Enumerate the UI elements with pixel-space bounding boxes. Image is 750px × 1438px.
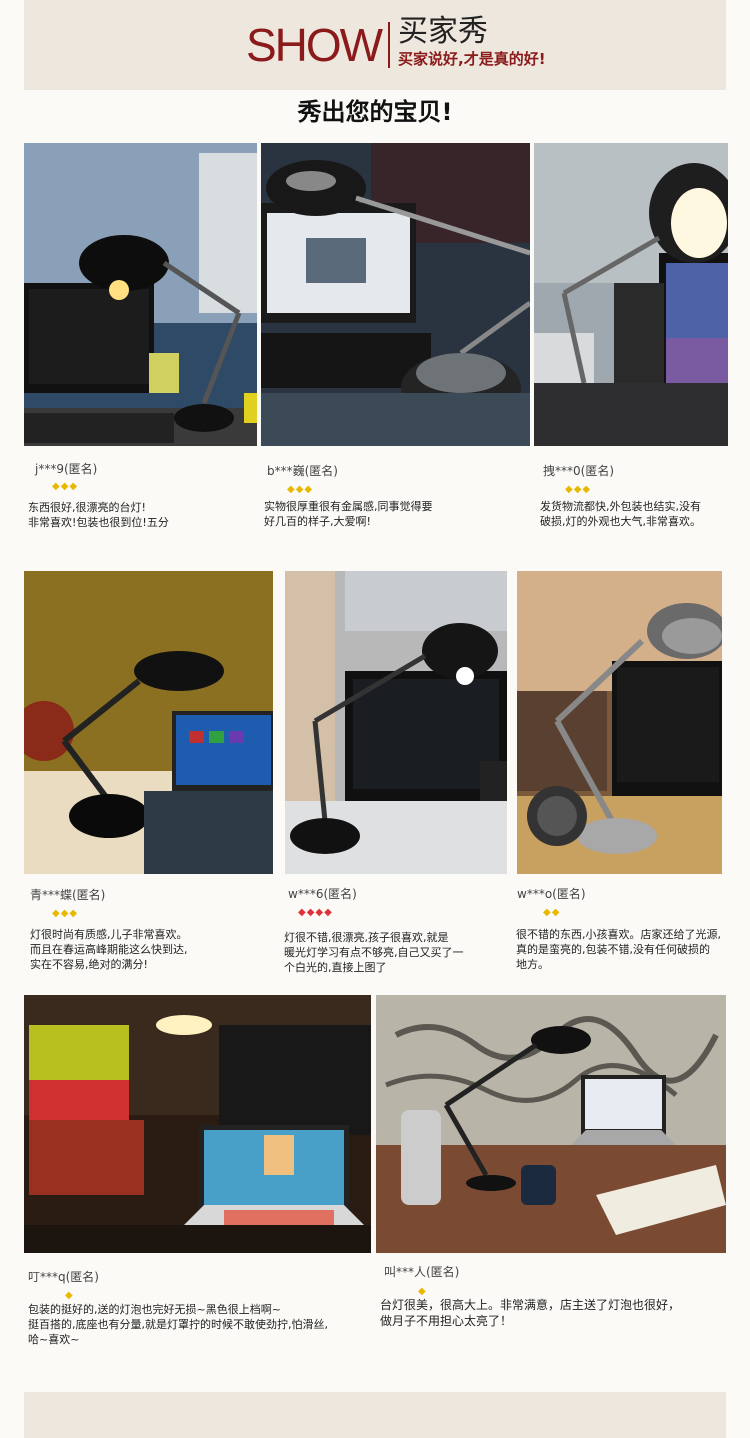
diamond-icon: ◆ [69, 481, 79, 492]
rating-stars: ◆◆◆ [52, 482, 78, 492]
title-divider [388, 22, 390, 68]
tagline: 买家说好,才是真的好! [398, 50, 546, 68]
review-comment: 包装的挺好的,送的灯泡也完好无损~黑色很上档啊~ 挺百搭的,底座也有分量,就是灯罩… [28, 1303, 328, 1346]
rating-stars: ◆◆◆◆ [298, 908, 333, 918]
diamond-icon: ◆ [52, 481, 61, 492]
review-photo-7[interactable] [24, 995, 371, 1253]
review-photo-5[interactable] [285, 571, 507, 874]
diamond-icon: ◆ [52, 908, 61, 919]
rating-stars: ◆ [65, 1291, 74, 1301]
diamond-icon: ◆ [315, 907, 325, 918]
rating-stars: ◆◆◆ [287, 485, 313, 495]
section-subtitle: 秀出您的宝贝! [297, 98, 453, 126]
reviewer-name: b***巍(匿名) [267, 464, 338, 478]
reviewer-name: w***o(匿名) [517, 887, 586, 901]
review-photo-6[interactable] [517, 571, 722, 874]
diamond-icon: ◆ [304, 484, 314, 495]
diamond-icon: ◆ [69, 908, 79, 919]
review-comment: 发货物流都快,外包装也结实,没有 破损,灯的外观也大气,非常喜欢。 [540, 500, 701, 528]
diamond-icon: ◆ [551, 907, 561, 918]
review-comment: 很不错的东西,小孩喜欢。店家还给了光源, 真的是蛮亮的,包装不错,没有任何破损的地… [516, 928, 721, 971]
diamond-icon: ◆ [418, 1286, 427, 1297]
review-comment: 东西很好,很漂亮的台灯! 非常喜欢!包装也很到位!五分 [28, 501, 169, 529]
review-comment: 灯很时尚有质感,儿子非常喜欢。 而且在春运高峰期能这么快到达, 实在不容易,绝对的满… [30, 928, 188, 971]
review-photo-8[interactable] [376, 995, 726, 1253]
diamond-icon: ◆ [565, 484, 574, 495]
reviewer-name: 叮***q(匿名) [28, 1270, 99, 1284]
reviewer-name: w***6(匿名) [288, 887, 357, 901]
diamond-icon: ◆ [298, 907, 307, 918]
diamond-icon: ◆ [324, 907, 333, 918]
footer-band [24, 1392, 726, 1438]
diamond-icon: ◆ [65, 1290, 74, 1301]
show-title: SHOW [246, 19, 383, 71]
diamond-icon: ◆ [287, 484, 296, 495]
reviewer-name: 叫***人(匿名) [384, 1265, 460, 1279]
diamond-icon: ◆ [582, 484, 592, 495]
rating-stars: ◆◆ [543, 908, 560, 918]
review-photo-2[interactable] [261, 143, 530, 446]
reviewer-name: 青***蝶(匿名) [30, 888, 106, 902]
diamond-icon: ◆ [543, 907, 552, 918]
review-photo-4[interactable] [24, 571, 273, 874]
rating-stars: ◆◆◆ [52, 909, 78, 919]
rating-stars: ◆ [418, 1287, 427, 1297]
review-comment: 实物很厚重很有金属感,同事觉得要 好几百的样子,大爱啊! [264, 500, 433, 528]
rating-stars: ◆◆◆ [565, 485, 591, 495]
reviewer-name: 拽***0(匿名) [543, 464, 614, 478]
buyer-show-title: 买家秀 [398, 14, 488, 49]
review-photo-1[interactable] [24, 143, 257, 446]
reviewer-name: j***9(匿名) [35, 462, 98, 476]
review-comment: 台灯很美，很高大上。非常满意，店主送了灯泡也很好， 做月子不用担心太亮了！ [380, 1298, 681, 1328]
review-photo-3[interactable] [534, 143, 728, 446]
review-comment: 灯很不错,很漂亮,孩子很喜欢,就是 暖光灯学习有点不够亮,自己又买了一 个白光的,直… [284, 931, 464, 974]
